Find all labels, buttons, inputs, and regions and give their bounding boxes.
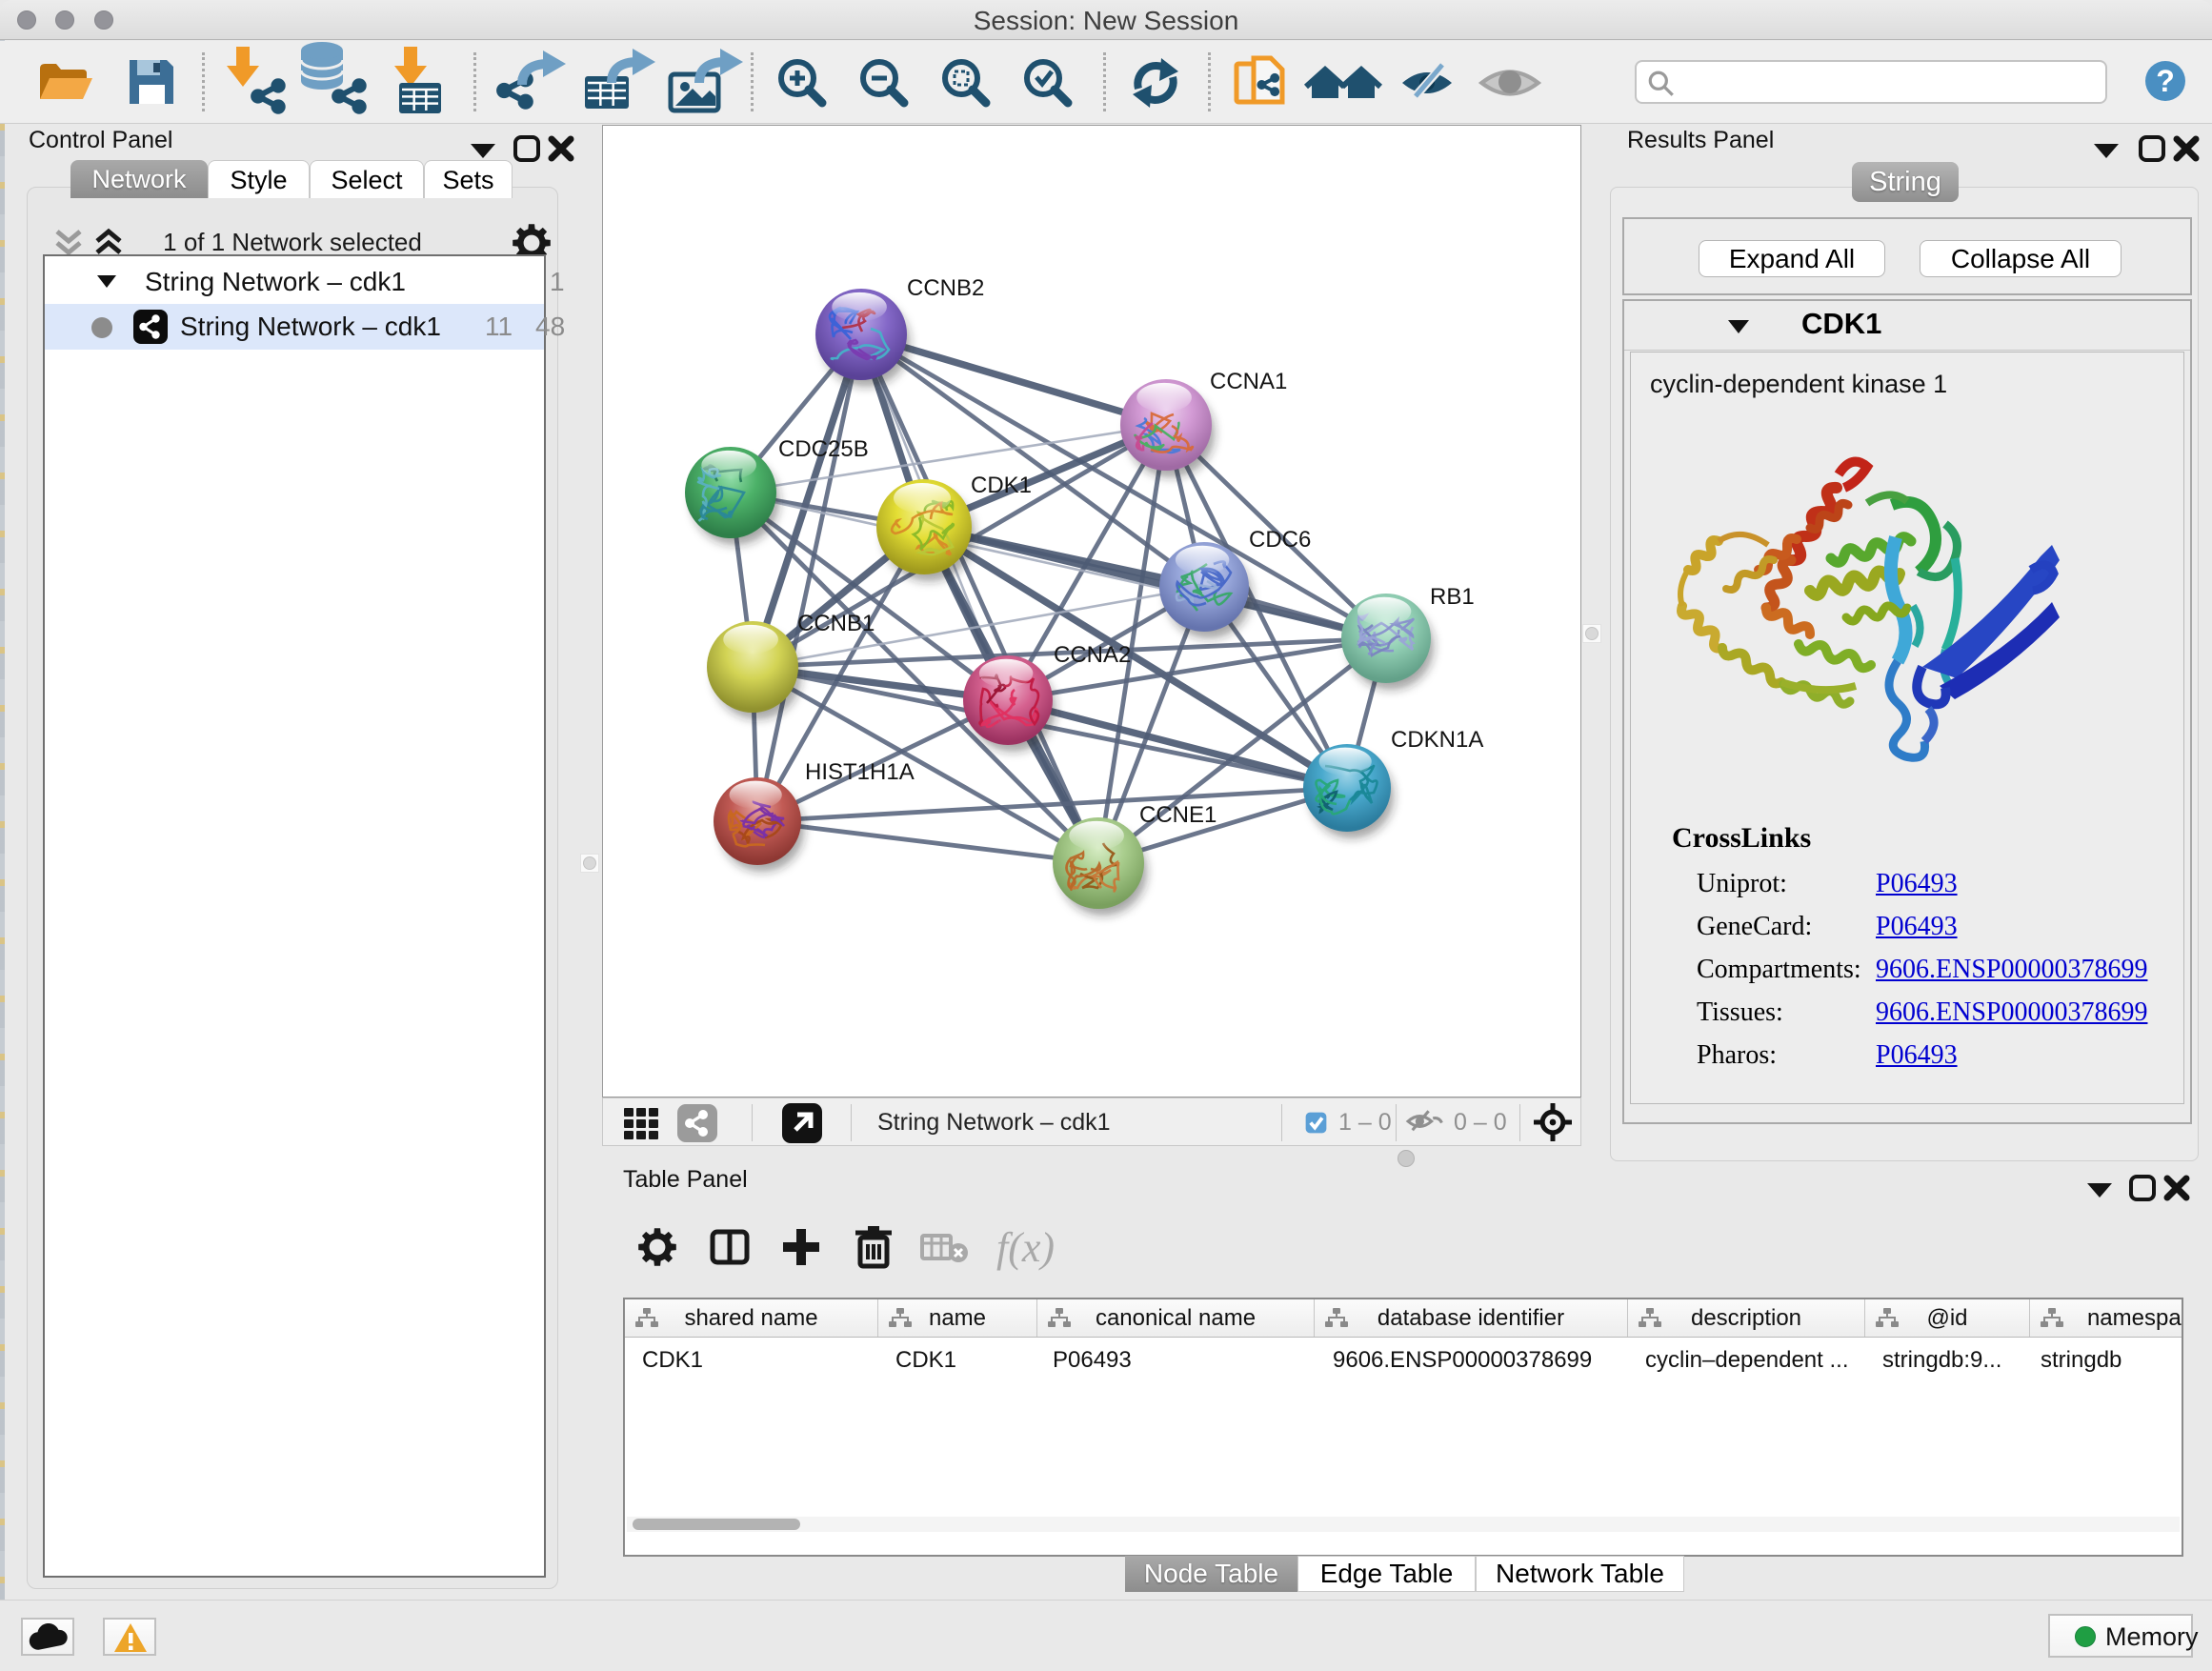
svg-text:CCNA1: CCNA1 (1210, 369, 1287, 394)
svg-text:RB1: RB1 (1430, 584, 1475, 610)
svg-text:CDC25B: CDC25B (778, 436, 869, 462)
svg-text:HIST1H1A: HIST1H1A (805, 759, 915, 785)
svg-text:CCNB1: CCNB1 (797, 611, 875, 636)
svg-text:CCNB2: CCNB2 (907, 275, 984, 301)
svg-text:CCNE1: CCNE1 (1139, 802, 1217, 828)
svg-text:CDK1: CDK1 (971, 473, 1032, 498)
svg-text:CCNA2: CCNA2 (1054, 642, 1131, 668)
svg-text:CDC6: CDC6 (1249, 527, 1311, 553)
svg-text:?: ? (2156, 64, 2175, 98)
svg-text:CDKN1A: CDKN1A (1391, 727, 1483, 753)
